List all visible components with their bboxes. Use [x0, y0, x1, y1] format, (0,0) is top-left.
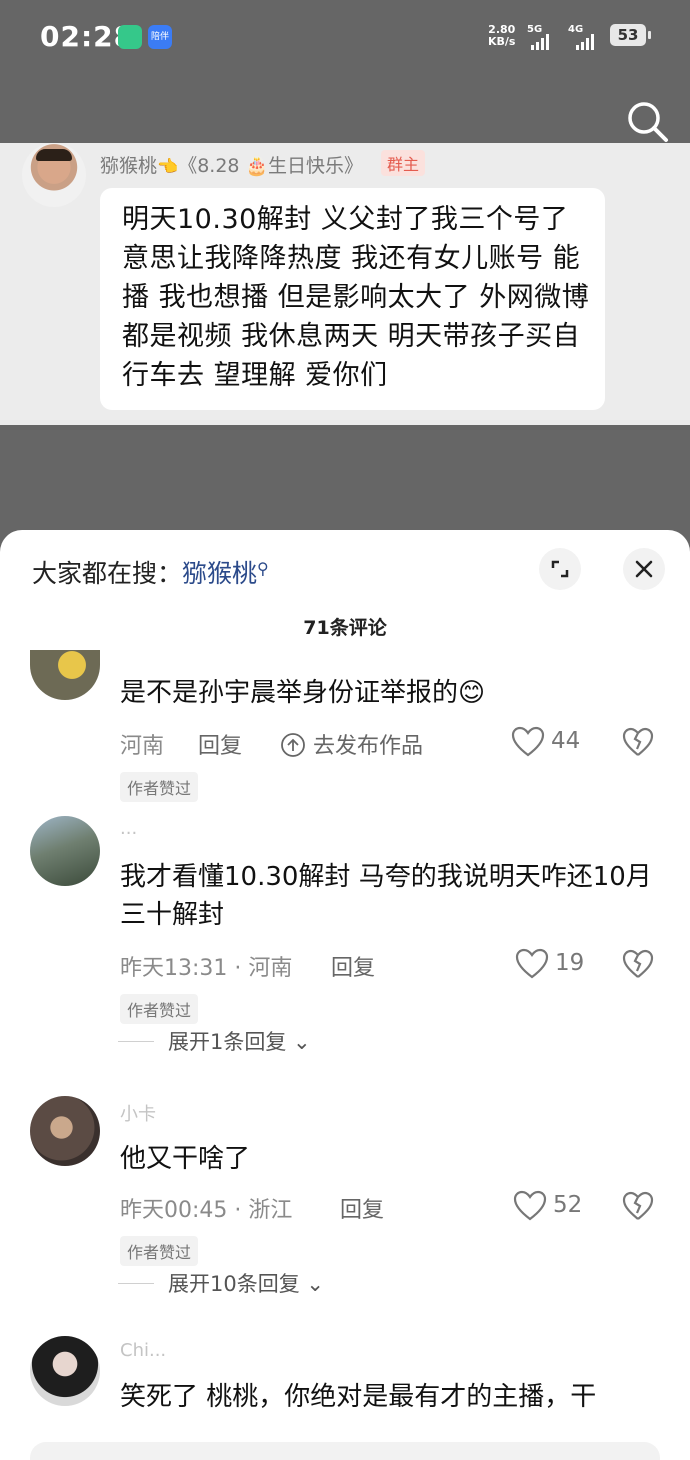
expand-replies-label: 展开1条回复 [168, 1030, 287, 1054]
comment-text: 笑死了 桃桃，你绝对是最有才的主播，干 [120, 1382, 597, 1412]
sender-suffix: 《8.28 [178, 155, 240, 177]
like-button[interactable]: 52 [513, 1190, 593, 1224]
author-liked-badge: 作者赞过 [120, 994, 199, 1024]
heart-icon [511, 726, 545, 757]
avatar[interactable] [30, 1096, 100, 1166]
app-notification-icon [118, 25, 142, 49]
role-badge: 群主 [381, 150, 426, 176]
heart-icon [513, 1190, 547, 1221]
avatar[interactable] [30, 1336, 100, 1406]
upload-icon [281, 733, 305, 757]
divider [118, 1283, 154, 1284]
chevron-down-icon: ⌄ [299, 1272, 325, 1296]
like-count: 44 [551, 728, 581, 754]
battery-icon: 53 [610, 24, 651, 46]
like-count: 19 [555, 950, 585, 976]
author-liked-badge: 作者赞过 [120, 1236, 199, 1266]
comment-location: 河南 [120, 734, 165, 759]
hand-emoji-icon: 👈 [157, 157, 179, 177]
like-button[interactable]: 19 [515, 948, 595, 982]
comment-time-location: 昨天00:45 · 浙江 [120, 1198, 293, 1223]
close-icon [635, 560, 653, 578]
net-speed: 2.80 KB/s [488, 24, 515, 48]
author-liked-badge: 作者赞过 [120, 772, 199, 802]
hot-search-bar[interactable]: 大家都在搜：猕猴桃⚲ [32, 554, 269, 590]
hot-search-prefix: 大家都在搜： [32, 559, 183, 588]
chat-screenshot: 猕猴桃👈《8.28 🎂生日快乐》 群主 明天10.30解封 义父封了我三个号了 … [0, 143, 690, 425]
search-icon[interactable] [626, 100, 670, 144]
avatar[interactable] [30, 816, 100, 886]
expand-replies-button[interactable]: 展开1条回复 ⌄ [118, 1026, 311, 1056]
hot-search-keyword[interactable]: 猕猴桃 [182, 559, 257, 588]
divider [118, 1041, 154, 1042]
dislike-button[interactable] [622, 949, 654, 981]
expand-replies-label: 展开10条回复 [168, 1272, 300, 1296]
comment-text: 他又干啥了 [120, 1144, 251, 1174]
avatar[interactable] [30, 650, 100, 700]
broken-heart-icon [622, 727, 654, 756]
post-works-link[interactable]: 去发布作品 [280, 728, 423, 760]
sender-suffix-2: 生日快乐》 [267, 155, 363, 177]
net-speed-unit: KB/s [488, 35, 516, 48]
app-notification-icon-2: 陪伴 [148, 25, 172, 49]
reply-button[interactable]: 回复 [340, 1192, 384, 1224]
avatar [22, 143, 86, 207]
close-button[interactable] [623, 548, 665, 590]
post-works-label: 去发布作品 [313, 734, 424, 759]
comment-input-bar[interactable] [30, 1442, 660, 1460]
comment-text: 是不是孙宇晨举身份证举报的😊 [120, 678, 486, 708]
dislike-button[interactable] [622, 1191, 654, 1223]
status-bar: 02:28 陪伴 2.80 KB/s 5G 4G 53 [0, 0, 690, 80]
like-count: 52 [553, 1192, 583, 1218]
chat-sender-name: 猕猴桃👈《8.28 🎂生日快乐》 [100, 151, 363, 178]
reply-button[interactable]: 回复 [198, 728, 242, 760]
chat-message-bubble: 明天10.30解封 义父封了我三个号了 意思让我降降热度 我还有女儿账号 能播 … [100, 188, 605, 410]
broken-heart-icon [622, 1191, 654, 1220]
comments-sheet: 大家都在搜：猕猴桃⚲ 71条评论 是不是孙宇晨举身份证举报的😊 河南 回复 去发… [0, 530, 690, 1460]
comment-time-location: 昨天13:31 · 河南 [120, 956, 293, 981]
comment-username[interactable]: Chi... [120, 1340, 166, 1361]
expand-icon [551, 560, 569, 578]
expand-replies-button[interactable]: 展开10条回复 ⌄ [118, 1268, 324, 1298]
comment-username[interactable]: ... [120, 818, 137, 839]
expand-button[interactable] [539, 548, 581, 590]
broken-heart-icon [622, 949, 654, 978]
heart-icon [515, 948, 549, 979]
comment-count: 71条评论 [303, 617, 387, 639]
search-small-icon: ⚲ [257, 559, 269, 578]
dislike-button[interactable] [622, 727, 654, 759]
chevron-down-icon: ⌄ [286, 1030, 311, 1054]
sender-name: 猕猴桃 [100, 155, 158, 177]
comment-text: 我才看懂10.30解封 马夸的我说明天咋还10月三十解封 [120, 862, 652, 930]
cake-emoji-icon: 🎂 [245, 156, 268, 177]
comment-username[interactable]: 小卡 [120, 1100, 156, 1126]
reply-button[interactable]: 回复 [331, 950, 375, 982]
like-button[interactable]: 44 [511, 726, 591, 760]
